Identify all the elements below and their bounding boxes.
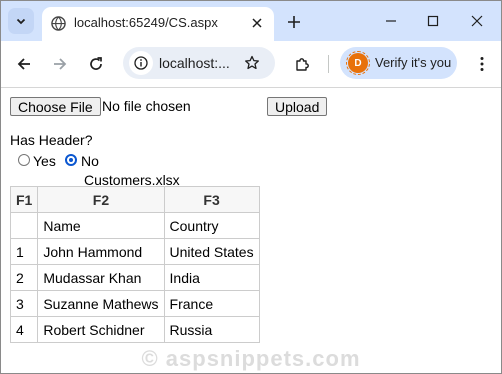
table-row: Name Country: [9, 212, 260, 239]
close-icon: [252, 18, 262, 28]
browser-toolbar: localhost:... D Verify it's you: [1, 41, 501, 88]
star-icon: [245, 55, 259, 70]
chevron-down-icon: [16, 18, 26, 25]
back-button[interactable]: [12, 52, 36, 76]
table-row: 3 Suzanne Mathews France: [9, 290, 260, 317]
verify-label: Verify it's you: [375, 55, 452, 70]
forward-button[interactable]: [48, 52, 72, 76]
watermark: © aspsnippets.com: [141, 346, 361, 371]
avatar: D: [348, 53, 368, 73]
reload-button[interactable]: [84, 52, 108, 76]
active-tab[interactable]: localhost:65249/CS.aspx: [42, 7, 274, 41]
tab-close-button[interactable]: [248, 14, 266, 32]
table-cell: 1: [9, 238, 39, 265]
radio-yes[interactable]: [18, 154, 30, 166]
column-header: F3: [163, 186, 260, 213]
column-header: F2: [37, 186, 165, 213]
table-cell: Russia: [163, 316, 260, 343]
data-table: F1 F2 F3 Name Country 1 John Hammond Uni…: [9, 186, 260, 343]
more-vert-icon: [480, 57, 484, 71]
table-cell: France: [163, 290, 260, 317]
table-cell: Suzanne Mathews: [37, 290, 165, 317]
puzzle-icon: [295, 57, 309, 71]
extensions-button[interactable]: [290, 52, 314, 76]
table-cell: Name: [37, 212, 165, 239]
table-row: 1 John Hammond United States: [9, 238, 260, 265]
table-row: 2 Mudassar Khan India: [9, 264, 260, 291]
table-cell: India: [163, 264, 260, 291]
address-bar[interactable]: localhost:...: [123, 47, 275, 79]
page-content: Choose File No file chosen Upload Has He…: [1, 88, 501, 373]
table-row: 4 Robert Schidner Russia: [9, 316, 260, 343]
table-cell: Country: [163, 212, 260, 239]
maximize-button[interactable]: [419, 9, 447, 33]
browser-window: localhost:65249/CS.aspx localhost:... D …: [0, 0, 502, 374]
upload-button[interactable]: Upload: [267, 97, 328, 116]
has-header-label: Has Header?: [10, 132, 93, 148]
table-cell: 3: [9, 290, 39, 317]
url-text[interactable]: localhost:...: [159, 55, 230, 71]
table-cell: [9, 212, 39, 239]
table-cell: Robert Schidner: [37, 316, 165, 343]
maximize-icon: [427, 15, 439, 27]
minimize-icon: [386, 20, 396, 22]
close-icon: [471, 15, 483, 27]
minimize-button[interactable]: [377, 9, 405, 33]
plus-icon: [288, 16, 300, 28]
radio-no-label[interactable]: No: [81, 153, 99, 169]
choose-file-button[interactable]: Choose File: [10, 97, 101, 116]
window-close-button[interactable]: [463, 9, 491, 33]
table-cell: United States: [163, 238, 260, 265]
bookmark-button[interactable]: [241, 52, 263, 74]
toolbar-divider: [328, 55, 329, 73]
verify-profile-button[interactable]: D Verify it's you: [340, 47, 457, 79]
table-cell: 2: [9, 264, 39, 291]
file-status: No file chosen: [102, 98, 191, 114]
tab-search-button[interactable]: [8, 8, 34, 34]
radio-yes-label[interactable]: Yes: [33, 153, 56, 169]
arrow-right-icon: [54, 58, 67, 70]
info-icon: [134, 56, 148, 70]
table-header-row: F1 F2 F3: [9, 186, 260, 213]
table-cell: Mudassar Khan: [37, 264, 165, 291]
menu-button[interactable]: [470, 52, 494, 76]
table-cell: 4: [9, 316, 39, 343]
table-cell: John Hammond: [37, 238, 165, 265]
reload-icon: [90, 57, 102, 70]
tab-strip: localhost:65249/CS.aspx: [1, 1, 501, 41]
globe-icon: [51, 16, 66, 31]
arrow-left-icon: [17, 58, 30, 70]
new-tab-button[interactable]: [283, 11, 305, 33]
column-header: F1: [9, 186, 39, 213]
tab-title: localhost:65249/CS.aspx: [74, 15, 218, 30]
radio-no[interactable]: [65, 154, 77, 166]
site-info-button[interactable]: [129, 51, 153, 75]
